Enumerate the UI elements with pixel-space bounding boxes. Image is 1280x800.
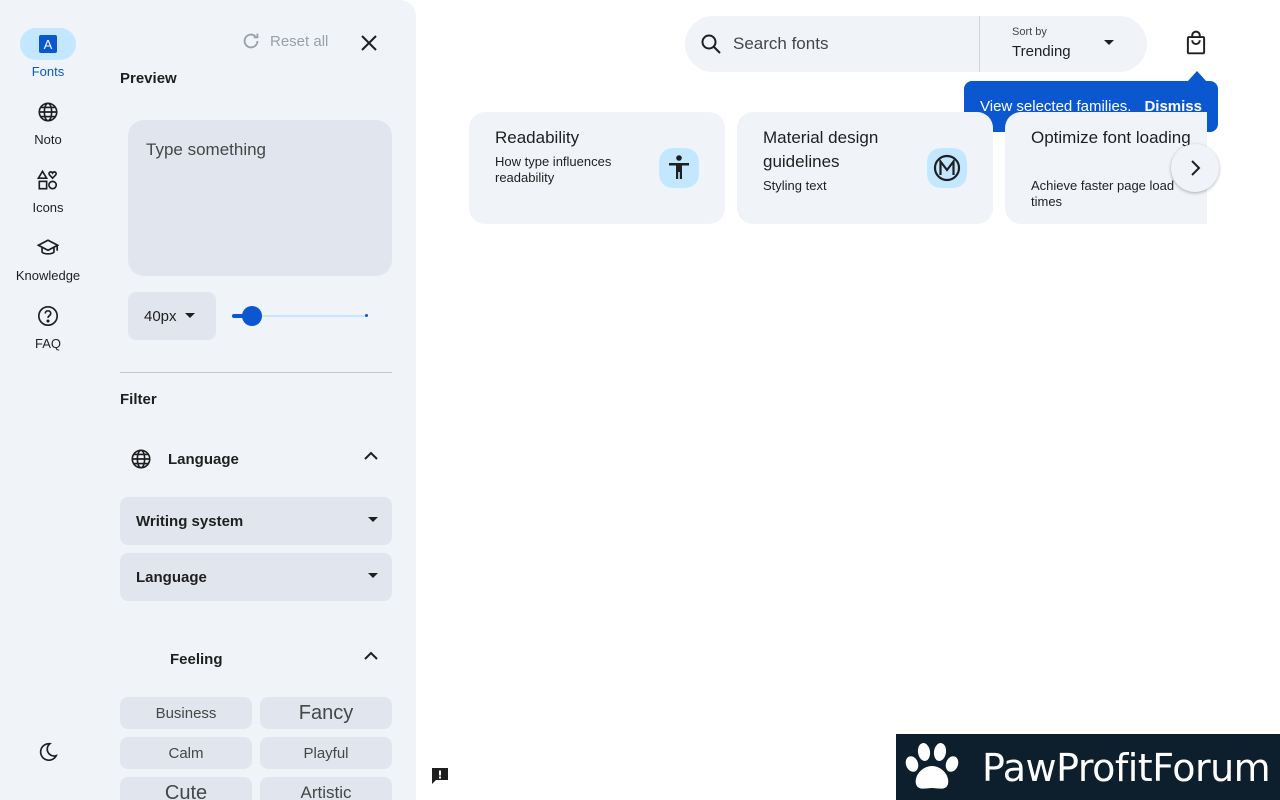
card-title: Optimize font loading [1031, 128, 1191, 147]
rail-item-icons[interactable]: Icons [0, 164, 96, 215]
knowledge-card-readability[interactable]: Readability How type influences readabil… [469, 112, 725, 224]
fonts-icon: A [20, 28, 76, 60]
caret-down-icon [368, 573, 378, 578]
rail-item-noto[interactable]: Noto [0, 96, 96, 147]
language-dropdown-label: Language [136, 568, 207, 586]
filter-title: Filter [120, 391, 157, 408]
writing-system-label: Writing system [136, 512, 244, 530]
caret-down-icon [368, 517, 378, 522]
rail-label-noto: Noto [34, 132, 62, 147]
paw-logo-icon [905, 743, 959, 789]
rail-label-fonts: Fonts [31, 64, 65, 79]
svg-text:A: A [44, 37, 53, 52]
globe-icon [131, 449, 151, 469]
rail-label-icons: Icons [32, 200, 64, 215]
preview-size-slider[interactable] [232, 304, 372, 328]
watermark-text: PawProfitForum [982, 746, 1271, 790]
preview-size-value: 40px [144, 307, 177, 325]
graduation-cap-icon [20, 232, 76, 264]
feeling-accordion-header[interactable]: Feeling [120, 639, 392, 679]
reset-all-button[interactable]: Reset all [240, 30, 328, 52]
reset-all-label: Reset all [270, 32, 329, 50]
feeling-chip-business[interactable]: Business [120, 697, 252, 729]
rail-item-knowledge[interactable]: Knowledge [0, 232, 96, 283]
feedback-icon [432, 768, 448, 784]
globe-icon [20, 96, 76, 128]
shopping-bag-icon [1186, 30, 1206, 55]
watermark-banner: PawProfitForum [896, 734, 1280, 800]
panel-divider [120, 372, 392, 373]
caret-down-icon [184, 313, 195, 318]
refresh-icon [243, 33, 259, 49]
caret-down-icon [1104, 40, 1114, 45]
card-description: How type influences readability [495, 154, 612, 185]
preview-size-select[interactable]: 40px [128, 292, 216, 340]
writing-system-dropdown[interactable]: Writing system [120, 497, 392, 545]
language-section-label: Language [168, 450, 239, 468]
card-description: Styling text [763, 178, 827, 193]
feeling-chip-playful[interactable]: Playful [260, 737, 392, 769]
card-title: Material design guidelines [763, 128, 879, 171]
dark-mode-moon-icon [20, 736, 76, 768]
language-accordion-header[interactable]: Language [120, 439, 392, 479]
preview-title: Preview [120, 70, 177, 87]
feedback-button[interactable] [430, 766, 450, 786]
sort-caption: Sort by [1012, 26, 1047, 38]
preview-text-input[interactable]: Type something [128, 120, 392, 276]
chevron-up-icon [364, 651, 378, 660]
theme-toggle-button[interactable] [0, 736, 96, 768]
close-icon [361, 35, 377, 51]
sort-value: Trending [1012, 43, 1071, 60]
language-dropdown[interactable]: Language [120, 553, 392, 601]
search-icon [701, 34, 721, 54]
help-circle-icon [20, 300, 76, 332]
feeling-chip-artistic[interactable]: Artistic [260, 777, 392, 800]
knowledge-cards-carousel: Readability How type influences readabil… [469, 112, 1207, 224]
feeling-chip-calm[interactable]: Calm [120, 737, 252, 769]
shapes-icon [20, 164, 76, 196]
rail-item-faq[interactable]: FAQ [0, 300, 96, 351]
carousel-next-button[interactable] [1171, 144, 1219, 192]
search-bar: Sort by Trending [685, 16, 1147, 72]
card-title: Readability [495, 128, 580, 147]
close-panel-button[interactable] [356, 30, 382, 56]
accessibility-icon [659, 148, 699, 188]
feeling-chip-cute[interactable]: Cute [120, 777, 252, 800]
rail-item-fonts[interactable]: A Fonts [0, 28, 96, 79]
chevron-right-icon [1191, 160, 1201, 176]
navigation-rail: A Fonts Noto Icons Knowledge FAQ [0, 0, 96, 800]
material-logo-icon [927, 148, 967, 188]
knowledge-card-material-design[interactable]: Material design guidelines Styling text [737, 112, 993, 224]
slider-end-dot [365, 314, 368, 317]
card-description: Achieve faster page load times [1031, 178, 1175, 209]
selected-families-bag-button[interactable] [1183, 30, 1209, 56]
feeling-section-label: Feeling [170, 650, 223, 668]
rail-label-faq: FAQ [34, 336, 61, 351]
filter-panel: Reset all Preview Type something 40px Fi… [96, 0, 416, 800]
slider-thumb[interactable] [242, 306, 263, 326]
sort-dropdown[interactable]: Sort by Trending [980, 16, 1147, 72]
rail-label-knowledge: Knowledge [15, 268, 81, 283]
feeling-chip-fancy[interactable]: Fancy [260, 697, 392, 729]
chevron-up-icon [364, 451, 378, 460]
